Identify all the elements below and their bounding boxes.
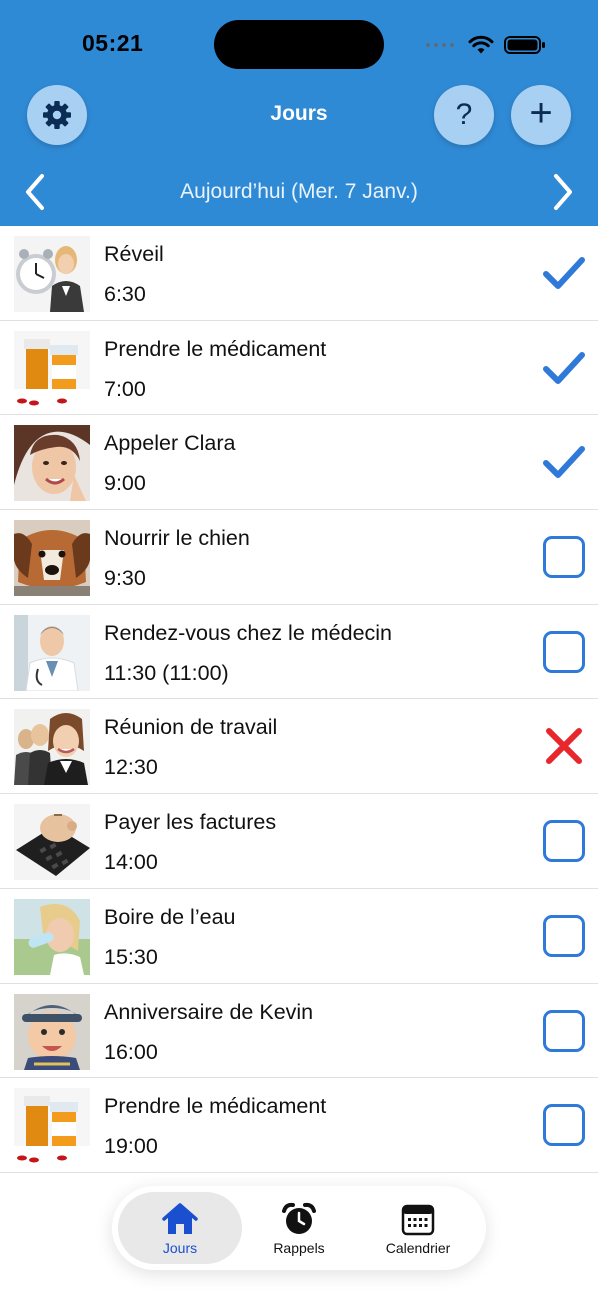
item-title: Appeler Clara — [104, 431, 236, 456]
list-item[interactable]: Nourrir le chien 9:30 — [0, 510, 598, 605]
current-date-label[interactable]: Aujourd’hui (Mer. 7 Janv.) — [0, 180, 598, 204]
tab-bar: Jours Rappels Calendrier — [112, 1186, 486, 1270]
list-item[interactable]: Anniversaire de Kevin 16:00 — [0, 984, 598, 1079]
header: 05:21 Jours ? + Aujourd’hui (Mer. 7 Janv… — [0, 0, 598, 226]
status-pending[interactable] — [542, 914, 586, 958]
item-time: 9:00 — [104, 471, 146, 496]
checkbox-icon — [543, 630, 585, 673]
status-pending[interactable] — [542, 1009, 586, 1053]
item-title: Prendre le médicament — [104, 1094, 327, 1119]
status-pending[interactable] — [542, 630, 586, 674]
cross-icon — [546, 728, 582, 765]
item-title: Anniversaire de Kevin — [104, 999, 314, 1024]
list-item[interactable]: Réveil 6:30 — [0, 226, 598, 321]
checkbox-icon — [543, 914, 585, 957]
list-item[interactable]: Payer les factures 14:00 — [0, 794, 598, 889]
item-time: 9:30 — [104, 566, 146, 591]
checkmark-icon — [543, 446, 585, 479]
checkbox-icon — [543, 820, 585, 863]
medicine-bottles-image — [14, 1088, 90, 1165]
status-pending[interactable] — [542, 819, 586, 863]
checkbox-icon — [543, 1104, 585, 1147]
tab-label: Jours — [162, 1240, 198, 1256]
status-pending[interactable] — [542, 1103, 586, 1147]
status-done[interactable] — [542, 440, 586, 484]
help-label: ? — [455, 98, 473, 131]
item-time: 15:30 — [104, 944, 158, 969]
dynamic-island — [214, 20, 384, 69]
item-title: Prendre le médicament — [104, 336, 327, 361]
medicine-bottles-image — [14, 330, 90, 407]
item-title: Boire de l’eau — [104, 904, 236, 929]
dog-image — [14, 520, 90, 597]
battery-icon — [504, 36, 545, 54]
status-done[interactable] — [542, 346, 586, 390]
next-day-button[interactable] — [548, 172, 578, 212]
item-title: Nourrir le chien — [104, 526, 250, 551]
home-icon — [162, 1203, 198, 1234]
checkmark-icon — [543, 351, 585, 384]
tab-label: Rappels — [273, 1240, 325, 1256]
item-time: 6:30 — [104, 282, 146, 306]
alarm-clock-woman-image — [14, 236, 90, 312]
item-time: 11:30 (11:00) — [104, 660, 229, 685]
reminder-list: Réveil 6:30 Prendre le médicament 7:00 A… — [0, 226, 598, 1173]
tab-calendrier[interactable]: Calendrier — [356, 1192, 480, 1264]
add-label: + — [529, 91, 553, 135]
tab-rappels[interactable]: Rappels — [237, 1192, 361, 1264]
status-done[interactable] — [542, 251, 586, 295]
baby-boy-image — [14, 993, 90, 1070]
status-icons — [426, 32, 546, 58]
item-time: 14:00 — [104, 850, 158, 875]
business-women-image — [14, 709, 90, 786]
wifi-icon — [468, 35, 494, 54]
item-time: 16:00 — [104, 1039, 158, 1064]
status-pending[interactable] — [542, 535, 586, 579]
status-missed[interactable] — [542, 724, 586, 768]
list-item[interactable]: Réunion de travail 12:30 — [0, 699, 598, 795]
piggy-bank-calculator-image — [14, 804, 90, 881]
calendar-icon — [401, 1204, 435, 1236]
checkbox-icon — [543, 536, 585, 579]
list-item[interactable]: Rendez-vous chez le médecin 11:30 (11:00… — [0, 605, 598, 700]
list-item[interactable]: Boire de l’eau 15:30 — [0, 889, 598, 984]
list-item[interactable]: Prendre le médicament 7:00 — [0, 321, 598, 416]
help-button[interactable]: ? — [434, 85, 494, 145]
tab-label: Calendrier — [385, 1240, 451, 1256]
list-item[interactable]: Prendre le médicament 19:00 — [0, 1078, 598, 1173]
item-time: 19:00 — [104, 1134, 158, 1159]
list-item[interactable]: Appeler Clara 9:00 — [0, 415, 598, 511]
item-time: 7:00 — [104, 376, 146, 401]
smiling-woman-image — [14, 425, 90, 502]
item-title: Réveil — [104, 242, 164, 266]
checkbox-icon — [543, 1009, 585, 1052]
status-time: 05:21 — [82, 30, 144, 56]
woman-drinking-image — [14, 898, 90, 975]
item-title: Payer les factures — [104, 810, 277, 835]
alarm-clock-icon — [282, 1202, 316, 1234]
checkmark-icon — [543, 257, 585, 289]
page-title: Jours — [270, 102, 328, 125]
signal-dots-icon — [426, 43, 454, 47]
item-title: Réunion de travail — [104, 715, 278, 740]
add-button[interactable]: + — [511, 85, 571, 145]
item-title: Rendez-vous chez le médecin — [104, 620, 393, 645]
item-time: 12:30 — [104, 755, 158, 780]
tab-jours[interactable]: Jours — [118, 1192, 242, 1264]
doctor-image — [14, 614, 90, 691]
